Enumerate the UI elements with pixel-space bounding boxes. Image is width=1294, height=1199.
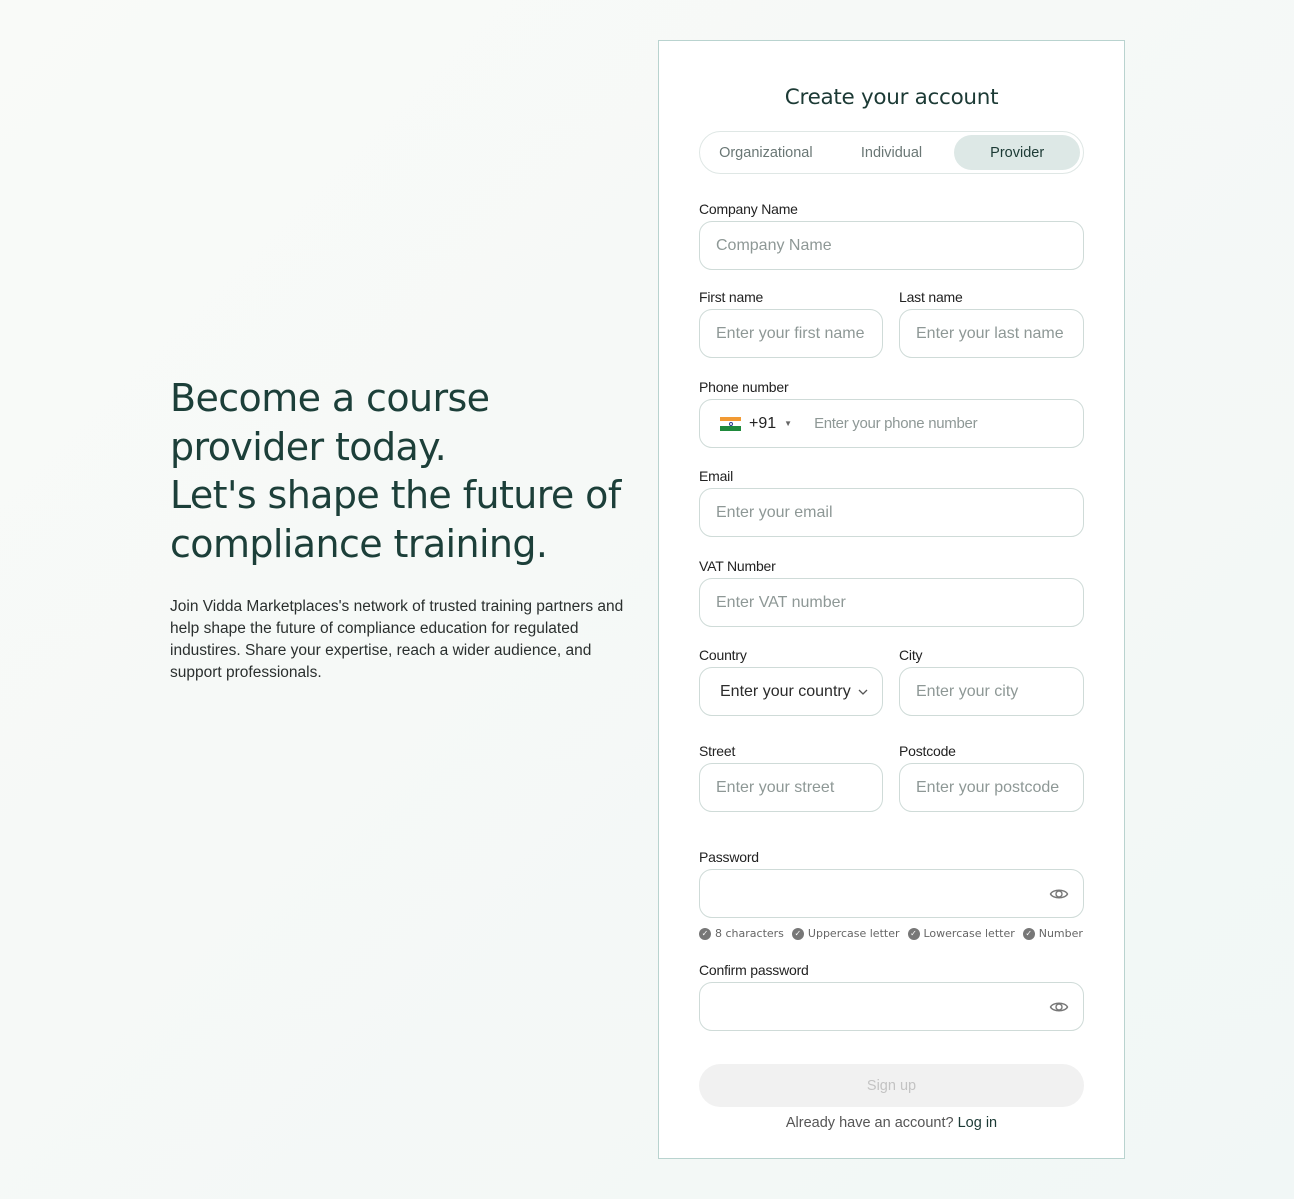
company-name-field [699,221,1084,270]
company-name-label: Company Name [699,201,798,217]
password-field [699,869,1084,918]
confirm-password-label: Confirm password [699,962,809,978]
login-link[interactable]: Log in [958,1115,998,1131]
tab-provider[interactable]: Provider [954,135,1081,170]
hero-description: Join Vidda Marketplaces's network of tru… [170,598,624,681]
form-title: Create your account [784,85,999,110]
caret-down-icon: ▼ [784,419,793,428]
first-name-input[interactable] [716,310,882,357]
hero-section: Become a course provider today. Let's sh… [170,374,640,684]
password-rule: ✓ 8 characters [699,927,784,940]
last-name-label: Last name [899,289,963,305]
login-prompt-row: Already have an account? Log in [659,1115,1124,1131]
password-label: Password [699,849,759,865]
password-rule: ✓ Number [1022,927,1083,940]
signup-card: Create your account Organizational Indiv… [658,40,1125,1159]
confirm-password-input[interactable] [716,983,1083,1030]
account-type-tabs: Organizational Individual Provider [699,131,1084,174]
postcode-label: Postcode [899,743,956,759]
eye-icon[interactable] [1049,997,1069,1017]
hero-heading-line: Become a course [170,376,490,420]
eye-icon[interactable] [1049,884,1069,904]
check-circle-icon: ✓ [699,927,711,940]
country-label: Country [699,647,747,663]
phone-field: +91 ▼ [699,399,1084,448]
vat-input[interactable] [716,579,1083,626]
check-circle-icon: ✓ [1022,927,1035,940]
phone-label: Phone number [699,379,789,395]
vat-field [699,578,1084,627]
first-name-field [699,309,883,358]
password-rule-label: Uppercase letter [807,927,900,940]
country-select-value: Enter your country [720,682,851,700]
postcode-input[interactable] [916,764,1083,811]
hero-heading-line: provider today. [170,424,447,469]
country-code: +91 [749,414,777,432]
hero-heading: Become a course provider today. Let's sh… [170,374,640,568]
password-rule-label: Number [1038,927,1083,940]
phone-input[interactable] [814,400,1083,447]
city-input[interactable] [916,668,1083,715]
check-circle-icon: ✓ [907,927,920,940]
password-rule-label: Lowercase letter [923,927,1015,940]
hero-heading-line: compliance training. [170,521,548,566]
country-code-selector[interactable]: +91 ▼ [720,415,792,433]
vat-label: VAT Number [699,558,776,574]
password-rule: ✓ Lowercase letter [907,927,1015,940]
last-name-field [899,309,1084,358]
india-flag-icon [720,416,741,431]
check-circle-icon: ✓ [791,927,804,940]
company-name-input[interactable] [716,222,1083,269]
street-field [699,763,883,812]
country-select[interactable]: Enter your country [699,667,883,716]
password-input[interactable] [716,870,1083,917]
postcode-field [899,763,1084,812]
password-rules: ✓ 8 characters ✓ Uppercase letter ✓ Lowerca… [699,927,1083,940]
password-rule: ✓ Uppercase letter [791,927,900,940]
email-label: Email [699,468,734,484]
city-field [899,667,1084,716]
street-label: Street [699,743,736,759]
chevron-down-icon [858,689,868,695]
last-name-input[interactable] [916,310,1083,357]
city-label: City [899,647,923,663]
tab-organizational[interactable]: Organizational [703,135,829,170]
hero-heading-line: Let's shape the future of [170,473,621,517]
confirm-password-field [699,982,1084,1031]
street-input[interactable] [716,764,882,811]
password-rule-label: 8 characters [715,927,784,940]
tab-individual[interactable]: Individual [829,135,955,170]
login-prompt-text: Already have an account? [785,1115,954,1131]
email-input[interactable] [716,489,1083,536]
email-field [699,488,1084,537]
first-name-label: First name [699,289,764,305]
sign-up-button[interactable]: Sign up [699,1064,1084,1107]
